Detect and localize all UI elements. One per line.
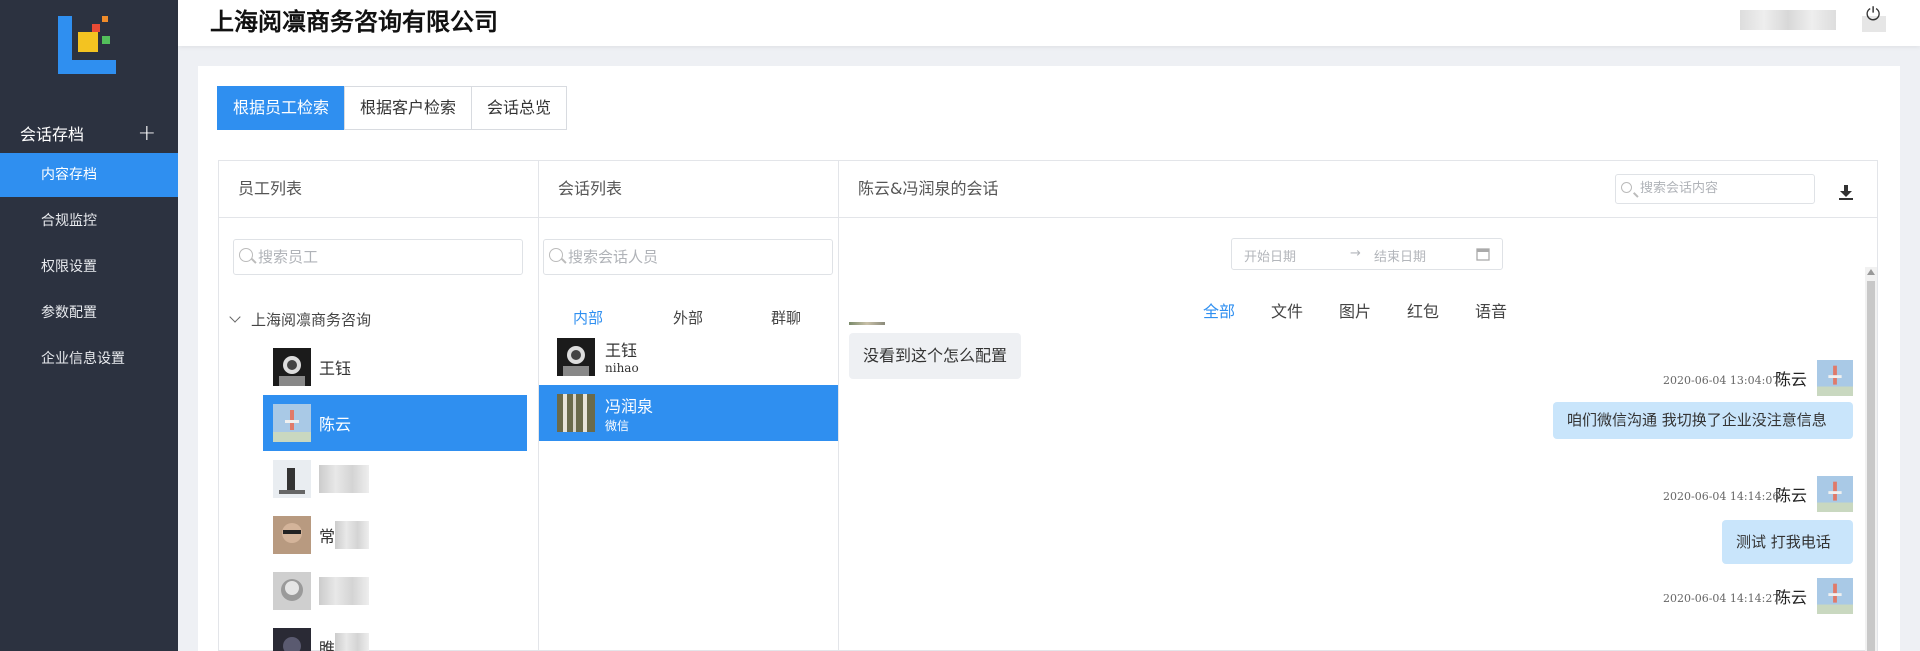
sidebar-item-company-info[interactable]: 企业信息设置: [0, 337, 178, 381]
chat-scrollbar[interactable]: [1865, 267, 1877, 651]
avatar: [1817, 360, 1853, 396]
filter-all[interactable]: 全部: [1203, 298, 1235, 322]
chat-panel: 陈云&冯润泉的会话 搜索会话内容 开始日期 → 结束日期 全部 文件 图片 红包…: [838, 160, 1878, 651]
message-bubble-incoming: 没看到这个怎么配置: [849, 333, 1022, 379]
sidebar: 会话存档 + 内容存档 合规监控 权限设置 参数配置 企业信息设置: [0, 0, 178, 651]
menu-group-label: 会话存档: [20, 125, 85, 144]
chat-body: 开始日期 → 结束日期 全部 文件 图片 红包 语音 没看到这个怎么配置 202…: [839, 218, 1877, 651]
search-icon: [1621, 182, 1632, 193]
avatar: [557, 394, 595, 432]
employee-item[interactable]: 常: [263, 507, 527, 563]
filter-images[interactable]: 图片: [1339, 298, 1371, 322]
top-header: 上海阅凛商务咨询有限公司 ⏻: [178, 0, 1920, 46]
message-time: 2020-06-04 14:14:27: [1663, 592, 1780, 605]
power-icon[interactable]: ⏻: [1866, 4, 1880, 25]
message-time: 2020-06-04 14:14:26: [1663, 490, 1780, 503]
segment-internal[interactable]: 内部: [573, 307, 603, 328]
sidebar-item-content-archive[interactable]: 内容存档: [0, 153, 178, 197]
sidebar-item-permissions[interactable]: 权限设置: [0, 245, 178, 289]
page-title: 上海阅凛商务咨询有限公司: [210, 8, 498, 36]
filter-voice[interactable]: 语音: [1475, 298, 1507, 322]
conversation-preview: nihao: [605, 361, 639, 375]
employee-name-blurred: [319, 465, 369, 493]
employee-name: 陈云: [319, 415, 352, 434]
start-date-placeholder: 开始日期: [1244, 250, 1297, 265]
chat-search-input[interactable]: 搜索会话内容: [1615, 174, 1815, 204]
app-logo: [58, 16, 118, 76]
conversation-item-selected[interactable]: 冯润泉 微信: [539, 385, 838, 441]
tab-by-customer[interactable]: 根据客户检索: [344, 86, 473, 130]
message-sender: 陈云: [1775, 370, 1808, 389]
date-range-picker[interactable]: 开始日期 → 结束日期: [1231, 238, 1503, 270]
chevron-down-icon[interactable]: [229, 311, 241, 323]
avatar: [273, 572, 311, 610]
message-bubble-outgoing: 咱们微信沟通 我切换了企业没注意信息: [1553, 402, 1853, 439]
avatar: [1817, 578, 1853, 614]
segment-group[interactable]: 群聊: [771, 307, 801, 328]
download-icon[interactable]: [1837, 183, 1855, 201]
sender-name-blurred: [849, 322, 885, 325]
avatar: [273, 460, 311, 498]
conversation-panel: 会话列表 搜索会话人员 内部 外部 群聊 王钰 nihao 冯润泉 微信: [538, 160, 838, 651]
employee-name-blurred: [319, 577, 369, 605]
tab-by-employee[interactable]: 根据员工检索: [217, 86, 346, 130]
employee-item[interactable]: [263, 451, 527, 507]
end-date-placeholder: 结束日期: [1374, 250, 1427, 265]
avatar: [1817, 476, 1853, 512]
sidebar-item-params[interactable]: 参数配置: [0, 291, 178, 335]
calendar-icon: [1476, 248, 1490, 261]
employee-name-blurred: [335, 633, 369, 651]
user-info-blurred[interactable]: [1740, 10, 1836, 30]
scrollbar-thumb[interactable]: [1867, 281, 1875, 651]
conversation-search-placeholder: 搜索会话人员: [568, 248, 659, 266]
employee-search-input[interactable]: 搜索员工: [233, 239, 523, 275]
segment-external[interactable]: 外部: [673, 307, 703, 328]
message-sender: 陈云: [1775, 588, 1808, 607]
avatar: [273, 404, 311, 442]
conversation-preview: 微信: [605, 419, 630, 433]
employee-name-blurred: [335, 521, 369, 549]
avatar: [273, 516, 311, 554]
employee-item[interactable]: [263, 563, 527, 619]
scroll-up-icon[interactable]: [1867, 269, 1875, 275]
main-card: 根据员工检索 根据客户检索 会话总览 员工列表 搜索员工 上海阅凛商务咨询 王钰…: [198, 66, 1900, 651]
employee-name: 常: [319, 527, 336, 546]
avatar: [273, 348, 311, 386]
employee-item[interactable]: 王钰: [263, 339, 527, 395]
conversation-name: 冯润泉: [605, 397, 654, 416]
sidebar-item-compliance[interactable]: 合规监控: [0, 199, 178, 243]
filter-files[interactable]: 文件: [1271, 298, 1303, 322]
chat-search-placeholder: 搜索会话内容: [1640, 181, 1719, 196]
conversation-panel-title: 会话列表: [539, 161, 838, 218]
plus-icon[interactable]: +: [138, 121, 156, 146]
conversation-name: 王钰: [605, 341, 638, 360]
employee-item-selected[interactable]: 陈云: [263, 395, 527, 451]
search-icon: [549, 248, 563, 262]
employee-name: 睢: [319, 639, 336, 651]
tab-overview[interactable]: 会话总览: [471, 86, 568, 130]
employee-name: 王钰: [319, 359, 352, 378]
conversation-item[interactable]: 王钰 nihao: [539, 329, 838, 385]
search-icon: [239, 248, 253, 262]
message-time: 2020-06-04 13:04:07: [1663, 374, 1780, 387]
conversation-search-input[interactable]: 搜索会话人员: [543, 239, 833, 275]
employee-search-placeholder: 搜索员工: [258, 248, 319, 266]
org-tree-root[interactable]: 上海阅凛商务咨询: [229, 309, 372, 330]
org-root-label: 上海阅凛商务咨询: [251, 311, 372, 329]
message-sender: 陈云: [1775, 486, 1808, 505]
filter-red-packets[interactable]: 红包: [1407, 298, 1439, 322]
avatar: [273, 628, 311, 651]
menu-group-session-archive[interactable]: 会话存档 +: [0, 112, 178, 154]
employee-item[interactable]: 睢: [263, 619, 527, 651]
message-bubble-outgoing: 测试 打我电话: [1722, 520, 1853, 564]
employee-panel-title: 员工列表: [219, 161, 538, 218]
avatar: [557, 338, 595, 376]
employee-panel: 员工列表 搜索员工 上海阅凛商务咨询 王钰 陈云 常 睢: [218, 160, 538, 651]
search-mode-tabs: 根据员工检索 根据客户检索 会话总览: [217, 86, 568, 130]
range-arrow-icon: →: [1350, 246, 1361, 261]
